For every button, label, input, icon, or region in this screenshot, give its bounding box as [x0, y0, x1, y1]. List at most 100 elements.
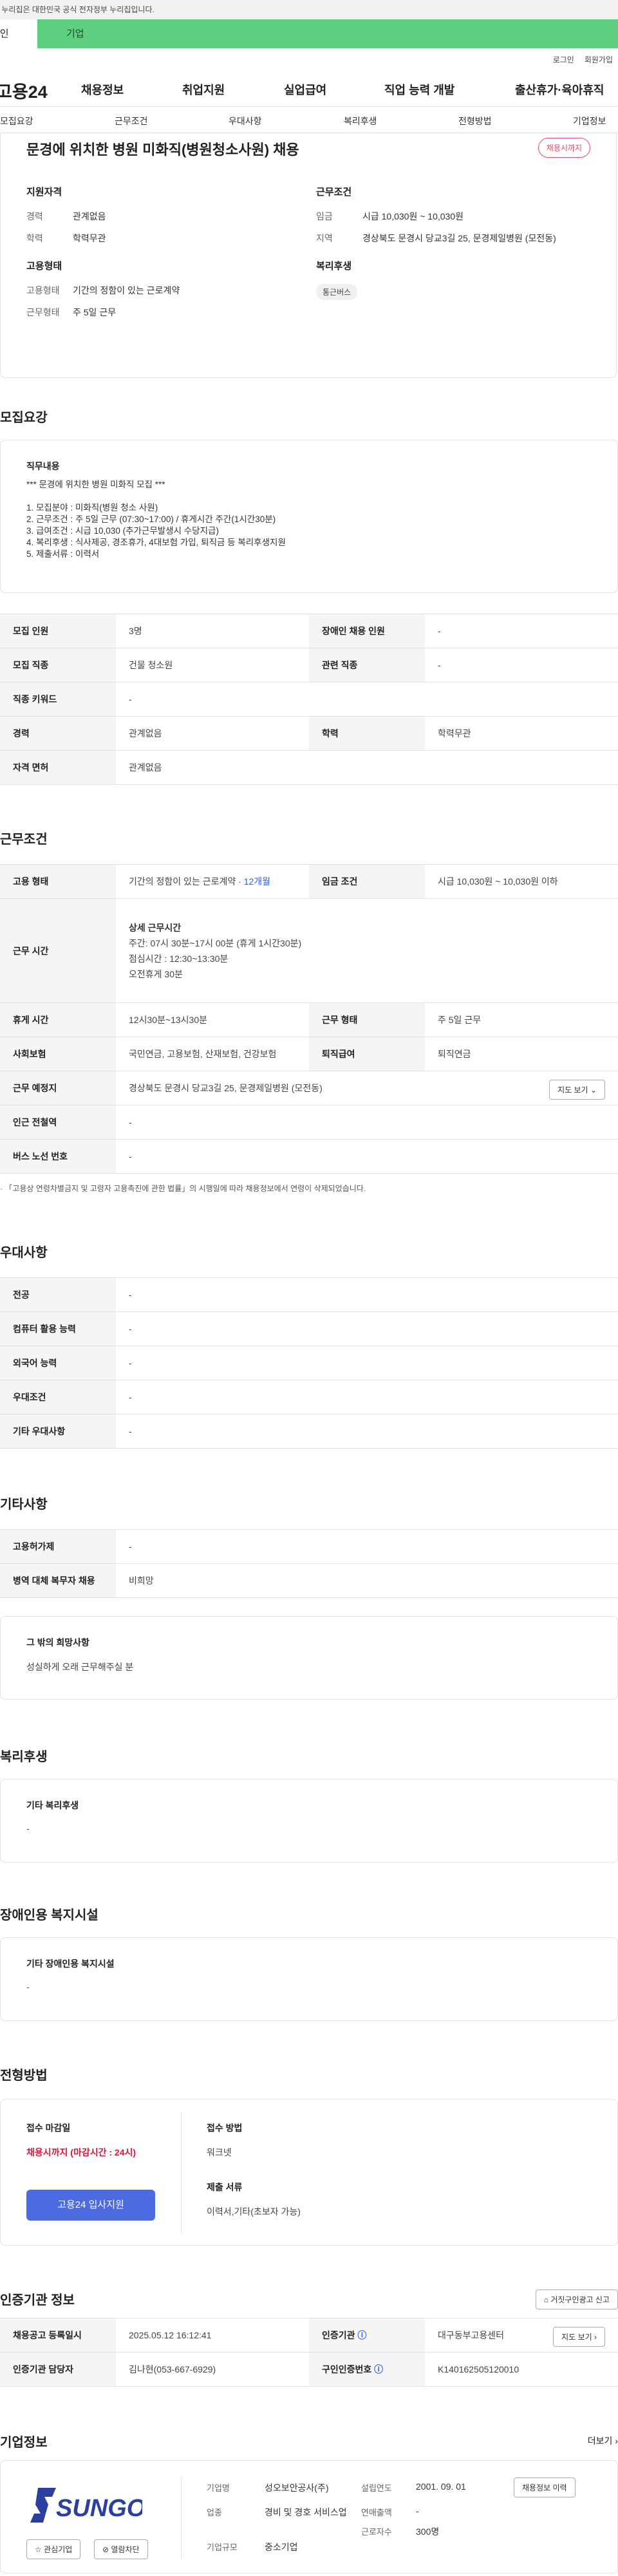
gnb-item-parental-leave[interactable]: 출산휴가·육아휴직	[515, 81, 604, 98]
subnav-preferred[interactable]: 우대사항	[229, 115, 262, 127]
duty-heading: 직무내용	[26, 461, 60, 471]
tab-company[interactable]: 기업	[37, 19, 618, 48]
deadline-value: 채용시까지 (마감시간 : 24시)	[26, 2147, 136, 2158]
recruit-history-button[interactable]: 채용정보 이력	[514, 2477, 576, 2497]
major-label: 전공	[0, 1277, 116, 1312]
employment-type-heading: 고용형태	[26, 261, 62, 272]
disabled-headcount-label: 장애인 채용 인원	[309, 614, 425, 648]
apply-button[interactable]: 고용24 입사지원	[26, 2190, 155, 2221]
tab-person[interactable]: 개인	[0, 19, 37, 48]
star-icon: ☆	[35, 2545, 42, 2554]
retirement-label: 퇴직급여	[309, 1037, 425, 1071]
cert-header: 인증기관 정보 ⌂ 거짓구인광고 신고	[0, 2289, 618, 2309]
company-more-label: 더보기	[587, 2436, 613, 2446]
revenue-label: 연매출액	[361, 2508, 392, 2517]
signup-link[interactable]: 회원가입	[585, 54, 613, 65]
subnav-conditions[interactable]: 근무조건	[115, 115, 148, 127]
block-view-button[interactable]: ⊘ 열람차단	[94, 2539, 148, 2559]
wage-value: 시급 10,030원 ~ 10,030원	[362, 211, 464, 221]
wage-condition-label: 임금 조건	[309, 864, 425, 899]
company-name-label: 기업명	[207, 2483, 230, 2493]
map-button[interactable]: 지도 보기 ⌄	[549, 1080, 605, 1100]
education-row-label: 학력	[309, 716, 425, 751]
documents-value: 이력서,기타(초보자 가능)	[207, 2206, 301, 2217]
subway-label: 인근 전철역	[0, 1105, 116, 1140]
table-row: 인근 전철역 -	[0, 1105, 618, 1140]
job-summary-card: 문경에 위치한 병원 미화직(병원청소사원) 채용 채용시까지 지원자격 경력 관…	[0, 133, 617, 378]
company-more-link[interactable]: 더보기 ›	[588, 2434, 618, 2447]
table-row: 고용허가제 -	[0, 1529, 618, 1564]
favorite-company-label: 관심기업	[44, 2545, 73, 2554]
etc-heading: 기타사항	[0, 1498, 48, 1512]
subnav-recruit[interactable]: 모집요강	[0, 115, 33, 127]
map-button-label: 지도 보기	[557, 1086, 588, 1095]
table-row: 전공 -	[0, 1277, 618, 1312]
education-row-value: 학력무관	[425, 716, 618, 751]
work-form-value: 주 5일 근무	[425, 1002, 618, 1037]
rest-time-label: 휴게 시간	[0, 1002, 116, 1037]
disability-box-value: -	[26, 1982, 30, 1992]
registered-label: 채용공고 등록일시	[0, 2318, 116, 2353]
false-ad-report-label: 거짓구인광고 신고	[550, 2295, 610, 2304]
employees-value: 300명	[416, 2526, 440, 2537]
revenue-value: -	[416, 2506, 419, 2516]
company-logo-text: SUNGO	[56, 2495, 142, 2522]
table-row: 컴퓨터 활용 능력 -	[0, 1312, 618, 1346]
rest-time-value: 12시30분~13시30분	[116, 1002, 309, 1037]
career-row-value: 관계없음	[116, 716, 309, 751]
computer-skill-value: -	[116, 1312, 618, 1346]
workplace-label: 근무 예정지	[0, 1071, 116, 1105]
location-label: 지역	[316, 233, 333, 243]
table-row: 우대조건 -	[0, 1380, 618, 1415]
job-keyword-value: -	[116, 682, 618, 717]
login-link[interactable]: 로그인	[553, 54, 574, 65]
gnb-item-jobs[interactable]: 채용정보	[81, 81, 124, 98]
disability-box: 기타 장애인용 복지시설 -	[0, 1937, 618, 2021]
site-logo[interactable]: 고용24	[0, 78, 75, 103]
subnav-selection[interactable]: 전형방법	[458, 115, 492, 127]
cert-map-button[interactable]: 지도 보기 ›	[553, 2327, 605, 2347]
registered-value: 2025.05.12 16:12:41	[116, 2318, 309, 2353]
company-logo: SUNGO	[30, 2488, 142, 2523]
employment-type-block: 고용형태 고용형태 기간의 정함이 있는 근로계약 근무형태 주 5일 근무	[26, 259, 180, 328]
favorite-company-button[interactable]: ☆ 관심기업	[26, 2539, 81, 2559]
deadline-heading: 접수 마감일	[26, 2123, 71, 2133]
cert-table: 채용공고 등록일시 2025.05.12 16:12:41 인증기관 ⓘ 대구동…	[0, 2318, 618, 2387]
conditions-table: 고용 형태 기간의 정함이 있는 근로계약 · 12개월 임금 조건 시급 10…	[0, 864, 618, 1174]
gnb-item-employment-support[interactable]: 취업지원	[182, 81, 225, 98]
subnav-company[interactable]: 기업정보	[573, 115, 606, 127]
table-row: 인증기관 담당자 김나현(053-667-6929) 구인인증번호 ⓘ K140…	[0, 2352, 618, 2387]
recruit-table: 모집 인원 3명 장애인 채용 인원 - 모집 직종 건물 청소원 관련 직종 …	[0, 614, 618, 785]
headcount-label: 모집 인원	[0, 614, 116, 648]
user-type-tabs: 개인 기업	[0, 19, 618, 48]
selection-box: 접수 마감일 채용시까지 (마감시간 : 24시) 고용24 입사지원 접수 방…	[0, 2099, 618, 2246]
false-ad-report-button[interactable]: ⌂ 거짓구인광고 신고	[535, 2289, 618, 2309]
info-icon[interactable]: ⓘ	[357, 2330, 366, 2340]
table-row: 기타 우대사항 -	[0, 1414, 618, 1449]
section-subnav: 모집요강 근무조건 우대사항 복리후생 전형방법 기업정보	[0, 106, 618, 133]
preferred-table: 전공 - 컴퓨터 활용 능력 - 외국어 능력 - 우대조건 - 기타 우대사항 -	[0, 1277, 618, 1449]
duty-line: 5. 제출서류 : 이력서	[26, 549, 100, 559]
gnb-item-skill-development[interactable]: 직업 능력 개발	[384, 81, 454, 98]
headcount-value: 3명	[116, 614, 309, 648]
workplace-address: 경상북도 문경시 당교3길 25, 문경제일병원 (모전동)	[129, 1083, 323, 1093]
selection-heading: 전형방법	[0, 2069, 48, 2083]
work-days-value: 주 5일 근무	[73, 307, 117, 317]
manager-value: 김나현(053-667-6929)	[116, 2352, 309, 2387]
recruit-heading: 모집요강	[0, 411, 48, 425]
chevron-right-icon: ›	[615, 2436, 618, 2446]
subnav-welfare[interactable]: 복리후생	[344, 115, 377, 127]
language-label: 외국어 능력	[0, 1346, 116, 1380]
company-heading: 기업정보	[0, 2436, 48, 2450]
education-label: 학력	[26, 233, 43, 243]
table-row: 모집 직종 건물 청소원 관련 직종 -	[0, 648, 618, 682]
cert-map-label: 지도 보기	[561, 2333, 592, 2342]
work-time-heading: 상세 근무시간	[129, 922, 182, 933]
gnb-item-unemployment-benefit[interactable]: 실업급여	[284, 81, 326, 98]
info-icon[interactable]: ⓘ	[374, 2364, 383, 2374]
table-row: 경력 관계없음 학력 학력무관	[0, 716, 618, 751]
block-icon: ⊘	[102, 2545, 109, 2554]
table-row: 채용공고 등록일시 2025.05.12 16:12:41 인증기관 ⓘ 대구동…	[0, 2318, 618, 2353]
workplace-value: 경상북도 문경시 당교3길 25, 문경제일병원 (모전동) 지도 보기 ⌄	[116, 1071, 618, 1105]
table-row: 버스 노선 번호 -	[0, 1139, 618, 1174]
